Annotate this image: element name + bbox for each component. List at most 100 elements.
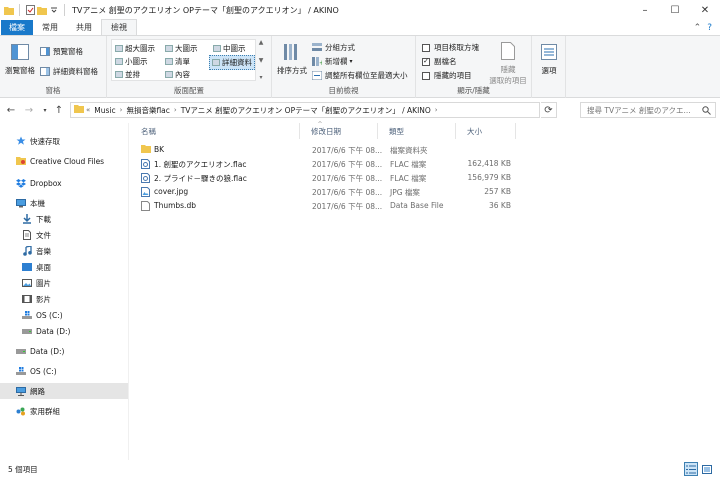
- layout-tiles[interactable]: 並排: [115, 69, 140, 80]
- hide-selected-button[interactable]: 隱藏 選取的項目: [488, 41, 528, 86]
- new-folder-icon[interactable]: [37, 5, 47, 15]
- column-header-size[interactable]: 大小: [456, 123, 516, 139]
- nav-data-d[interactable]: Data (D:): [0, 323, 128, 339]
- help-icon[interactable]: ?: [707, 23, 712, 33]
- download-icon: [22, 214, 32, 224]
- computer-icon: [16, 198, 26, 208]
- file-name[interactable]: cover.jpg: [154, 187, 188, 196]
- file-extensions-checkbox[interactable]: ✓: [422, 57, 430, 66]
- collapse-ribbon-icon[interactable]: ⌃: [694, 23, 702, 33]
- tab-view[interactable]: 檢視: [101, 19, 137, 35]
- column-header-type[interactable]: 類型: [378, 123, 456, 139]
- table-row[interactable]: cover.jpg 2017/6/6 下午 08... JPG 檔案 257 KB: [130, 185, 530, 199]
- preview-pane-button[interactable]: 預覽窗格: [40, 46, 83, 57]
- ribbon-tabs: 檔案 常用 共用 檢視 ⌃ ?: [0, 19, 720, 36]
- layout-medium-icons[interactable]: 中圖示: [213, 43, 246, 54]
- properties-icon[interactable]: [25, 5, 35, 15]
- details-view-button[interactable]: [684, 462, 698, 476]
- file-name[interactable]: BK: [154, 145, 164, 154]
- nav-homegroup[interactable]: 家用群組: [0, 403, 128, 419]
- table-row[interactable]: BK 2017/6/6 下午 08... 檔案資料夾: [130, 143, 530, 157]
- nav-pictures[interactable]: 圖片: [0, 275, 128, 291]
- close-button[interactable]: ✕: [690, 0, 720, 20]
- file-date: 2017/6/6 下午 08...: [312, 202, 383, 211]
- add-columns-button[interactable]: + 新增欄 ▾: [312, 56, 353, 67]
- up-arrow-icon[interactable]: ↑: [52, 103, 66, 117]
- item-checkboxes-checkbox[interactable]: [422, 43, 430, 52]
- tab-share[interactable]: 共用: [67, 20, 101, 35]
- nav-os-c[interactable]: OS (C:): [0, 307, 128, 323]
- hidden-items-checkbox[interactable]: [422, 71, 430, 80]
- group-by-button[interactable]: 分組方式: [312, 42, 355, 53]
- creative-cloud-icon: [16, 156, 26, 166]
- sort-by-button[interactable]: 排序方式: [276, 42, 308, 76]
- nav-creative-cloud[interactable]: Creative Cloud Files: [0, 153, 128, 169]
- title-bar: TVアニメ 創聖のアクエリオン OPテーマ「創聖のアクエリオン」 / AKINO…: [0, 0, 720, 20]
- tab-home[interactable]: 常用: [33, 20, 67, 35]
- layout-gallery-scroll[interactable]: ▲ ▼ ▾: [257, 39, 265, 81]
- nav-pane-button[interactable]: 瀏覽窗格: [4, 42, 36, 76]
- nav-documents[interactable]: 文件: [0, 227, 128, 243]
- address-row: ← → ▾ ↑ « Music › 無損音樂flac › TVアニメ 創聖のアク…: [0, 99, 720, 121]
- windows-drive-icon: [22, 310, 32, 320]
- nav-data-d-root[interactable]: Data (D:): [0, 343, 128, 359]
- table-row[interactable]: 2. プライド－驟きの狼.flac 2017/6/6 下午 08... FLAC 檔…: [130, 171, 530, 185]
- nav-dropbox[interactable]: Dropbox: [0, 175, 128, 191]
- file-extensions-toggle[interactable]: ✓ 副檔名: [422, 56, 457, 67]
- current-view-group: 排序方式 分組方式 + 新增欄 ▾ 調整所有欄位至最適大小 目前檢視: [272, 36, 416, 98]
- window-title: TVアニメ 創聖のアクエリオン OPテーマ「創聖のアクエリオン」 / AKINO: [72, 5, 339, 15]
- audio-file-icon: [141, 159, 150, 169]
- file-name[interactable]: 1. 創聖のアクエリオン.flac: [154, 159, 247, 170]
- layout-extra-large-icons[interactable]: 超大圖示: [115, 43, 155, 54]
- forward-arrow-icon[interactable]: →: [22, 103, 36, 117]
- back-arrow-icon[interactable]: ←: [4, 103, 18, 117]
- layout-details[interactable]: 詳細資料: [209, 55, 255, 70]
- nav-os-c-root[interactable]: OS (C:): [0, 363, 128, 379]
- customize-toolbar-icon[interactable]: [49, 5, 59, 15]
- search-input[interactable]: 搜尋 TVアニメ 創聖のアクエ...: [587, 105, 691, 116]
- more-icon[interactable]: ▾: [259, 74, 262, 81]
- table-row[interactable]: 1. 創聖のアクエリオン.flac 2017/6/6 下午 08... FLAC 檔…: [130, 157, 530, 171]
- address-bar[interactable]: « Music › 無損音樂flac › TVアニメ 創聖のアクエリオン OPテ…: [70, 102, 540, 118]
- layout-large-icons[interactable]: 大圖示: [165, 43, 198, 54]
- nav-videos[interactable]: 影片: [0, 291, 128, 307]
- item-checkboxes-toggle[interactable]: 項目核取方塊: [422, 42, 479, 53]
- file-date: 2017/6/6 下午 08...: [312, 146, 383, 155]
- nav-music[interactable]: 音樂: [0, 243, 128, 259]
- nav-desktop[interactable]: 桌面: [0, 259, 128, 275]
- column-header-date[interactable]: 修改日期: [300, 123, 378, 139]
- navigation-pane: 快速存取 Creative Cloud Files Dropbox 本機 下載 …: [0, 123, 128, 460]
- nav-network[interactable]: 網路: [0, 383, 128, 399]
- column-header-name[interactable]: 名稱: [130, 123, 300, 139]
- svg-text:+: +: [319, 59, 322, 66]
- breadcrumb-music[interactable]: Music: [94, 106, 115, 115]
- layout-list[interactable]: 清單: [165, 56, 190, 67]
- table-row[interactable]: Thumbs.db 2017/6/6 下午 08... Data Base File…: [130, 199, 530, 213]
- details-pane-button[interactable]: 詳細資料窗格: [40, 66, 98, 77]
- layout-content[interactable]: 內容: [165, 69, 190, 80]
- network-icon: [16, 386, 26, 396]
- options-button[interactable]: 選項: [535, 42, 563, 76]
- maximize-button[interactable]: ☐: [660, 0, 690, 20]
- recent-locations-icon[interactable]: ▾: [38, 103, 52, 117]
- large-icons-view-button[interactable]: [700, 462, 714, 476]
- scroll-down-icon[interactable]: ▼: [259, 57, 264, 64]
- breadcrumb-album[interactable]: TVアニメ 創聖のアクエリオン OPテーマ「創聖のアクエリオン」 / AKINO: [181, 105, 431, 116]
- nav-quick-access[interactable]: 快速存取: [0, 133, 128, 149]
- size-all-columns-button[interactable]: 調整所有欄位至最適大小: [312, 70, 408, 81]
- document-icon: [22, 230, 32, 240]
- tab-file[interactable]: 檔案: [1, 20, 33, 35]
- file-name[interactable]: 2. プライド－驟きの狼.flac: [154, 173, 247, 184]
- minimize-button[interactable]: –: [630, 0, 660, 20]
- refresh-button[interactable]: ⟳: [541, 102, 557, 118]
- hidden-items-toggle[interactable]: 隱藏的項目: [422, 70, 472, 81]
- file-name[interactable]: Thumbs.db: [154, 201, 196, 210]
- nav-this-pc[interactable]: 本機: [0, 195, 128, 211]
- layout-small-icons[interactable]: 小圖示: [115, 56, 148, 67]
- scroll-up-icon[interactable]: ▲: [259, 39, 264, 46]
- search-box[interactable]: 搜尋 TVアニメ 創聖のアクエ...: [580, 102, 716, 118]
- file-type: FLAC 檔案: [390, 160, 427, 169]
- breadcrumb-flac[interactable]: 無損音樂flac: [126, 105, 169, 116]
- add-columns-icon: +: [312, 57, 322, 66]
- nav-downloads[interactable]: 下載: [0, 211, 128, 227]
